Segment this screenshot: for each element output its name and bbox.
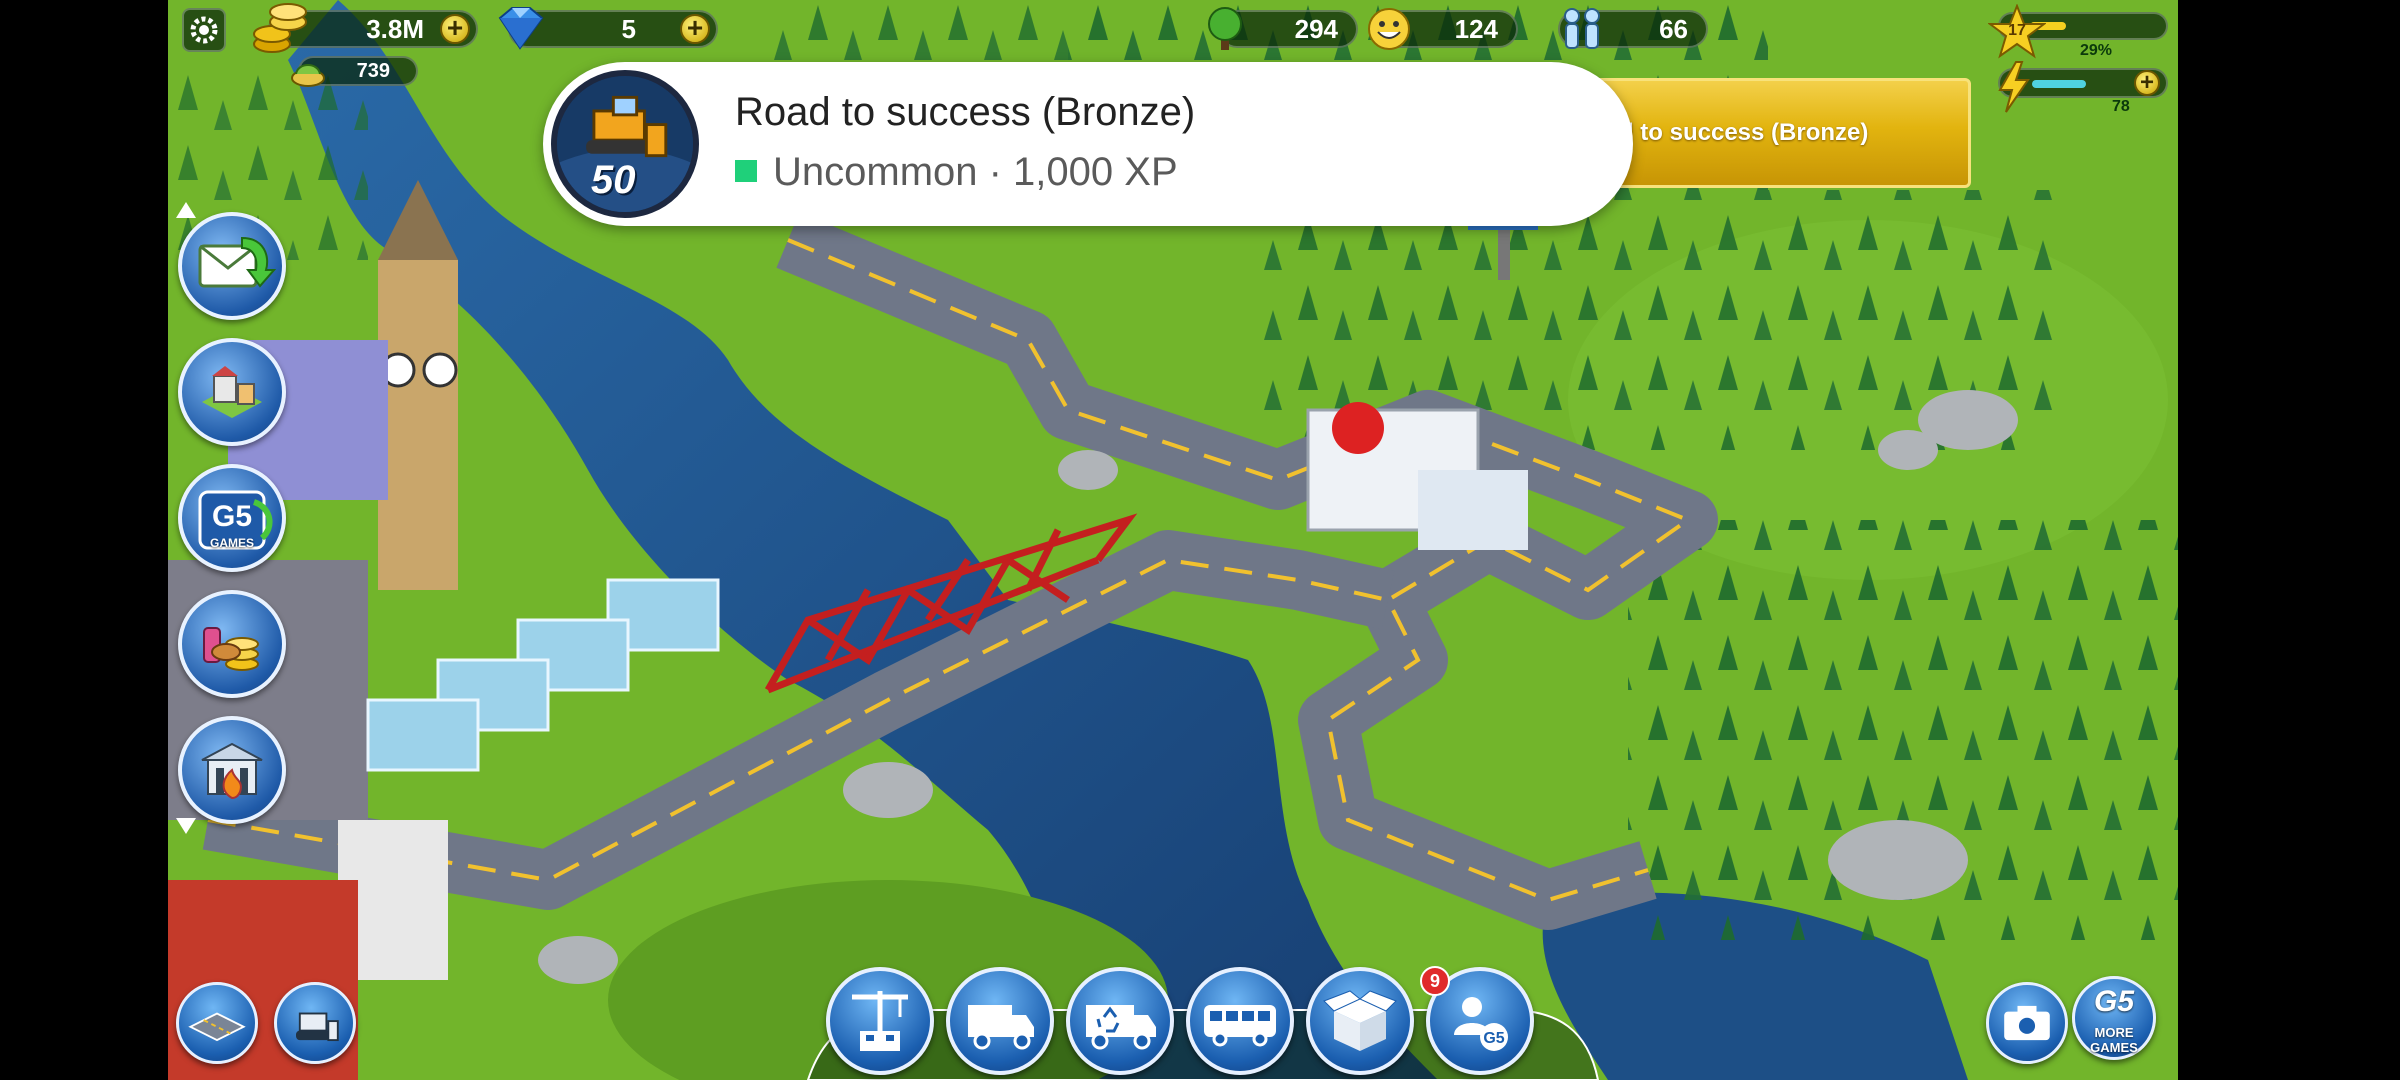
- achievement-badge: 50: [551, 70, 699, 218]
- road-tile-icon: [188, 1012, 246, 1042]
- lightning-icon: [1998, 61, 2030, 113]
- storage-button[interactable]: [1306, 967, 1414, 1075]
- more-games-label: MORE GAMES: [2090, 1025, 2138, 1055]
- achievement-toast[interactable]: 50 Road to success (Bronze) Uncommon · 1…: [543, 62, 1633, 226]
- energy-value: 78: [2112, 98, 2130, 115]
- coins-value: 3.8M: [366, 13, 424, 44]
- happiness-value: 124: [1454, 13, 1498, 44]
- food-icon: [291, 64, 325, 87]
- g5-games-icon: G5: [198, 490, 273, 550]
- bus-icon: [1204, 1005, 1276, 1047]
- more-games-button[interactable]: G5 MORE GAMES: [2072, 976, 2156, 1060]
- construction-button[interactable]: [826, 967, 934, 1075]
- friends-notification-badge: 9: [1420, 966, 1450, 996]
- svg-text:G5: G5: [212, 500, 252, 533]
- people-icon: [1564, 8, 1600, 49]
- mail-button[interactable]: [178, 212, 286, 320]
- transport-button[interactable]: [1186, 967, 1294, 1075]
- gem-icon: [498, 7, 544, 50]
- shop-icon: [203, 627, 259, 671]
- roads-button[interactable]: [176, 982, 258, 1064]
- smiley-icon: [1368, 8, 1410, 50]
- xp-percent: 29%: [2080, 42, 2113, 59]
- fire-station-icon: [201, 742, 263, 800]
- g5-games-button[interactable]: G5 GAMES: [178, 464, 286, 572]
- level-value: 17: [2008, 22, 2026, 39]
- achievement-badge-number: 50: [591, 158, 636, 202]
- settings-button[interactable]: [182, 8, 226, 52]
- box-icon: [1323, 990, 1397, 1051]
- tree-icon: [1208, 7, 1242, 50]
- g5-side-label: GAMES: [209, 536, 254, 550]
- bulldozer-tool-icon: [296, 1012, 339, 1042]
- achievement-title: Road to success (Bronze): [735, 90, 1196, 134]
- svg-text:G5: G5: [1483, 1030, 1504, 1047]
- camera-icon: [2004, 1005, 2050, 1041]
- energy-bar-fill: [2032, 80, 2086, 88]
- coin-stack-icon: [253, 3, 307, 53]
- recycling-truck-icon: [1086, 1005, 1156, 1050]
- game-viewport[interactable]: 3.8M + 5 + 739 294 124 66 17 29% + 78 Ro…: [168, 0, 2178, 1080]
- rarity-indicator: [735, 160, 757, 182]
- population-value: 66: [1659, 13, 1688, 44]
- fire-station-button[interactable]: [178, 716, 286, 824]
- camera-button[interactable]: [1986, 982, 2068, 1064]
- eco-value: 294: [1294, 13, 1338, 44]
- city-icon: [202, 366, 262, 418]
- achievement-subtitle: Uncommon · 1,000 XP: [773, 150, 1178, 194]
- truck-icon: [968, 1005, 1034, 1050]
- add-coins-button[interactable]: +: [440, 14, 470, 44]
- scroll-down-icon[interactable]: [174, 816, 198, 836]
- add-gems-button[interactable]: +: [680, 14, 710, 44]
- more-games-logo: G5: [2093, 985, 2135, 1018]
- delivery-button[interactable]: [946, 967, 1054, 1075]
- add-energy-button[interactable]: +: [2134, 70, 2160, 96]
- shop-button[interactable]: [178, 590, 286, 698]
- bulldoze-button[interactable]: [274, 982, 356, 1064]
- gear-icon: [190, 16, 218, 44]
- construction-icon: [852, 991, 908, 1051]
- gems-value: 5: [621, 13, 636, 44]
- food-value: 739: [356, 59, 390, 82]
- mail-icon: [198, 236, 277, 288]
- recycling-button[interactable]: [1066, 967, 1174, 1075]
- city-button[interactable]: [178, 338, 286, 446]
